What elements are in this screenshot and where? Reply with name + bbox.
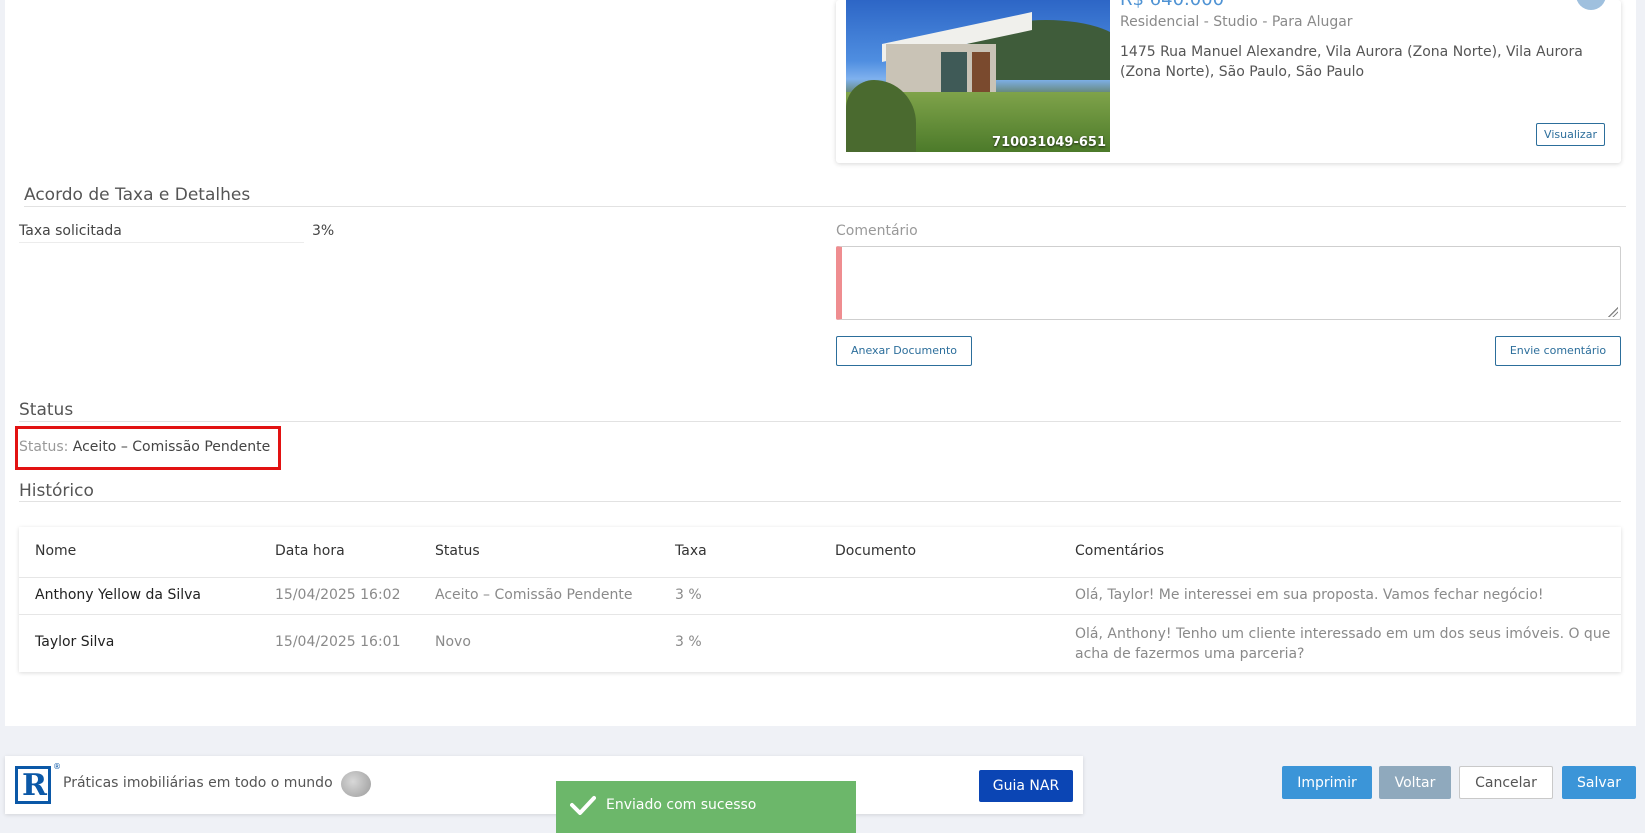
realtor-logo-letter: R — [22, 768, 47, 803]
main-card: 710031049-651 R$ 640.000 Residencial - S… — [5, 0, 1636, 726]
nar-tagline: Práticas imobiliárias em todo o mundo — [63, 775, 333, 791]
row-name: Taylor Silva — [35, 634, 115, 650]
save-button[interactable]: Salvar — [1562, 766, 1636, 799]
row-datetime: 15/04/2025 16:01 — [275, 634, 401, 650]
check-icon — [570, 796, 596, 815]
divider — [19, 577, 1621, 578]
view-property-button[interactable]: Visualizar — [1536, 123, 1605, 146]
print-button[interactable]: Imprimir — [1282, 766, 1372, 799]
status-value: Aceito – Comissão Pendente — [72, 439, 271, 455]
favorite-icon[interactable] — [1576, 0, 1606, 10]
divider — [19, 242, 304, 243]
row-status: Novo — [435, 634, 471, 650]
column-header: Comentários — [1075, 543, 1165, 559]
row-name: Anthony Yellow da Silva — [35, 587, 201, 603]
status-section-title: Status — [19, 400, 74, 420]
toast-message: Enviado com sucesso — [606, 797, 757, 813]
fee-label: Taxa solicitada — [19, 223, 122, 239]
status-label: Status: — [19, 439, 69, 455]
success-toast: Enviado com sucesso — [556, 781, 856, 833]
fee-value: 3% — [312, 223, 335, 239]
row-comment: Olá, Anthony! Tenho um cliente interessa… — [1075, 626, 1611, 662]
globe-icon — [341, 771, 371, 797]
row-fee: 3 % — [675, 634, 702, 650]
cancel-button[interactable]: Cancelar — [1459, 766, 1553, 799]
divider — [19, 614, 1621, 615]
divider — [19, 501, 1621, 502]
fee-section-title: Acordo de Taxa e Detalhes — [24, 185, 251, 205]
attach-document-button[interactable]: Anexar Documento — [836, 336, 972, 366]
comment-label: Comentário — [836, 223, 918, 239]
row-datetime: 15/04/2025 16:02 — [275, 587, 401, 603]
column-header: Taxa — [675, 543, 707, 559]
back-button[interactable]: Voltar — [1379, 766, 1451, 799]
realtor-logo: R — [15, 766, 51, 804]
property-photo[interactable]: 710031049-651 — [846, 0, 1110, 152]
history-section-title: Histórico — [19, 481, 94, 501]
row-fee: 3 % — [675, 587, 702, 603]
divider — [19, 421, 1621, 422]
comment-textarea[interactable] — [836, 246, 1621, 320]
history-table: Nome Data hora Status Taxa Documento Com… — [19, 527, 1621, 672]
property-price: R$ 640.000 — [1120, 0, 1224, 10]
registered-mark: ® — [53, 762, 61, 771]
nar-guide-button[interactable]: Guia NAR — [979, 770, 1073, 802]
column-header: Nome — [35, 543, 77, 559]
divider — [24, 206, 1626, 207]
column-header: Documento — [835, 543, 917, 559]
column-header: Data hora — [275, 543, 345, 559]
send-comment-button[interactable]: Envie comentário — [1495, 336, 1621, 366]
nar-card: R ® Práticas imobiliárias em todo o mund… — [5, 756, 1083, 814]
resize-grip-icon[interactable] — [1608, 307, 1618, 317]
property-card: 710031049-651 R$ 640.000 Residencial - S… — [836, 0, 1621, 163]
property-type: Residencial - Studio - Para Alugar — [1120, 14, 1353, 30]
row-comment: Olá, Taylor! Me interessei em sua propos… — [1075, 587, 1544, 603]
column-header: Status — [435, 543, 480, 559]
status-text: Status: Aceito – Comissão Pendente — [19, 439, 270, 455]
property-code: 710031049-651 — [992, 135, 1106, 150]
row-status: Aceito – Comissão Pendente — [435, 587, 633, 603]
property-address: 1475 Rua Manuel Alexandre, Vila Aurora (… — [1120, 44, 1583, 80]
